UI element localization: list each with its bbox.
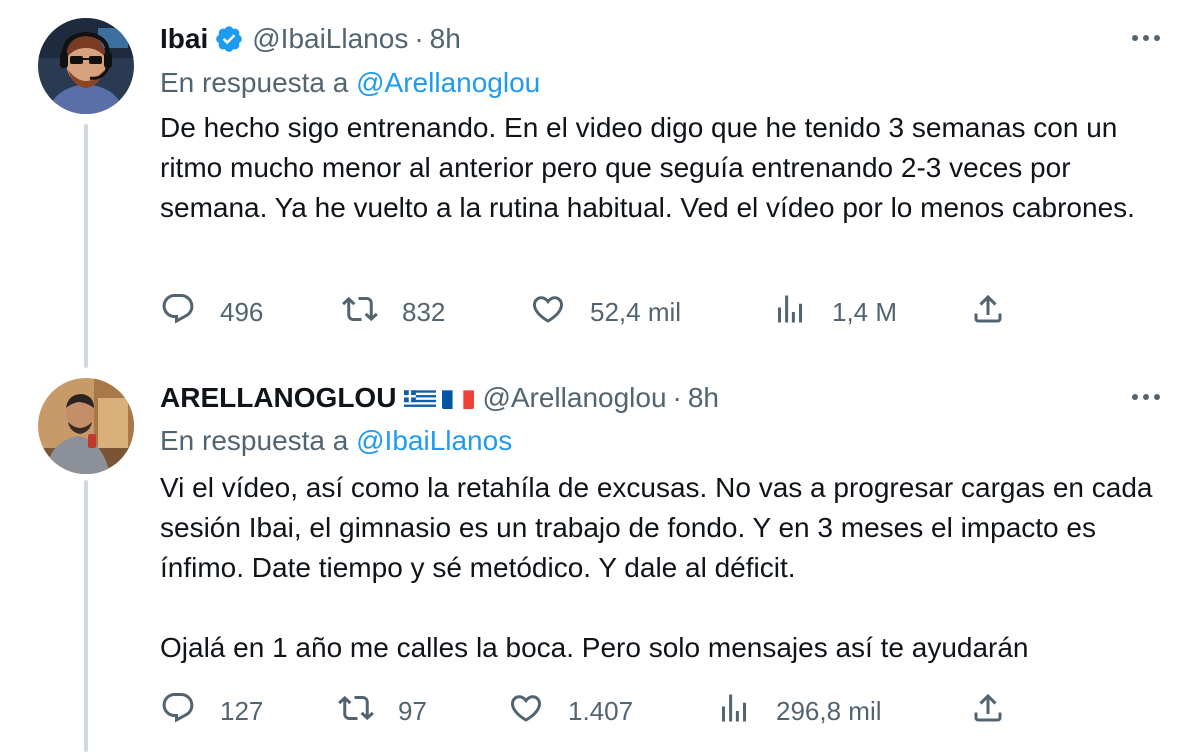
like-button[interactable]: 1.407	[508, 689, 633, 733]
display-name[interactable]: Ibai	[160, 23, 208, 55]
share-button[interactable]	[970, 689, 1006, 733]
reply-count: 496	[220, 296, 264, 327]
display-name[interactable]: ARELLANOGLOU	[160, 382, 396, 414]
tweet-paragraph: Ojalá en 1 año me calles la boca. Pero s…	[160, 632, 1029, 663]
france-flag-icon	[442, 387, 475, 409]
tweet-actions: 127 97 1.407 296,8 mil	[160, 689, 1020, 733]
retweet-count: 97	[398, 695, 427, 726]
like-button[interactable]: 52,4 mil	[530, 290, 681, 334]
views-count: 1,4 M	[832, 296, 898, 327]
views-chart-icon	[772, 291, 808, 334]
avatar[interactable]	[38, 18, 134, 114]
tweet-actions: 496 832 52,4 mil 1,4 M	[160, 290, 1020, 334]
flag-emojis	[404, 387, 475, 409]
tweet-paragraph: Vi el vídeo, así como la retahíla de exc…	[160, 472, 1153, 583]
timestamp[interactable]: 8h	[430, 23, 461, 55]
reply-icon	[160, 291, 196, 334]
tweet-header: ARELLANOGLOU @Arellanoglou · 8h	[160, 378, 1156, 418]
share-button[interactable]	[970, 290, 1006, 334]
share-icon	[970, 291, 1006, 334]
retweet-icon	[338, 690, 374, 733]
more-options-icon[interactable]	[1126, 18, 1166, 58]
tweet-paragraph: De hecho sigo entrenando. En el video di…	[160, 112, 1135, 223]
reply-icon	[160, 690, 196, 733]
tweet-header: Ibai @IbaiLlanos · 8h	[160, 19, 1156, 59]
handle[interactable]: @Arellanoglou	[482, 382, 666, 414]
reply-button[interactable]: 496	[160, 290, 263, 334]
handle[interactable]: @IbaiLlanos	[252, 23, 408, 55]
separator: ·	[672, 382, 682, 413]
separator: ·	[414, 23, 424, 54]
retweet-button[interactable]: 97	[338, 689, 427, 733]
reply-mention-link[interactable]: @IbaiLlanos	[356, 425, 512, 456]
retweet-button[interactable]: 832	[342, 290, 445, 334]
thread-line	[84, 124, 88, 368]
reply-button[interactable]: 127	[160, 689, 263, 733]
views-count: 296,8 mil	[776, 695, 882, 726]
tweet-text: Vi el vídeo, así como la retahíla de exc…	[160, 468, 1170, 668]
reply-prefix: En respuesta a	[160, 67, 349, 98]
tweet[interactable]: Ibai @IbaiLlanos · 8h En respuesta a @Ar…	[0, 0, 1196, 368]
views-button[interactable]: 296,8 mil	[716, 689, 882, 733]
reply-mention-link[interactable]: @Arellanoglou	[356, 67, 540, 98]
reply-count: 127	[220, 695, 264, 726]
thread-line	[84, 480, 88, 752]
reply-context: En respuesta a @IbaiLlanos	[160, 425, 512, 457]
like-count: 1.407	[568, 695, 634, 726]
share-icon	[970, 690, 1006, 733]
tweet-text: De hecho sigo entrenando. En el video di…	[160, 108, 1170, 228]
views-button[interactable]: 1,4 M	[772, 290, 897, 334]
verified-badge-icon	[214, 24, 244, 54]
retweet-icon	[342, 291, 378, 334]
heart-icon	[530, 291, 566, 334]
tweet[interactable]: ARELLANOGLOU @Arellanoglou · 8h En respu…	[0, 368, 1196, 752]
avatar[interactable]	[38, 378, 134, 474]
views-chart-icon	[716, 690, 752, 733]
retweet-count: 832	[402, 296, 446, 327]
like-count: 52,4 mil	[590, 296, 682, 327]
heart-icon	[508, 690, 544, 733]
reply-prefix: En respuesta a	[160, 425, 349, 456]
timestamp[interactable]: 8h	[688, 382, 719, 414]
more-options-icon[interactable]	[1126, 377, 1166, 417]
greece-flag-icon	[404, 387, 437, 409]
reply-context: En respuesta a @Arellanoglou	[160, 67, 540, 99]
